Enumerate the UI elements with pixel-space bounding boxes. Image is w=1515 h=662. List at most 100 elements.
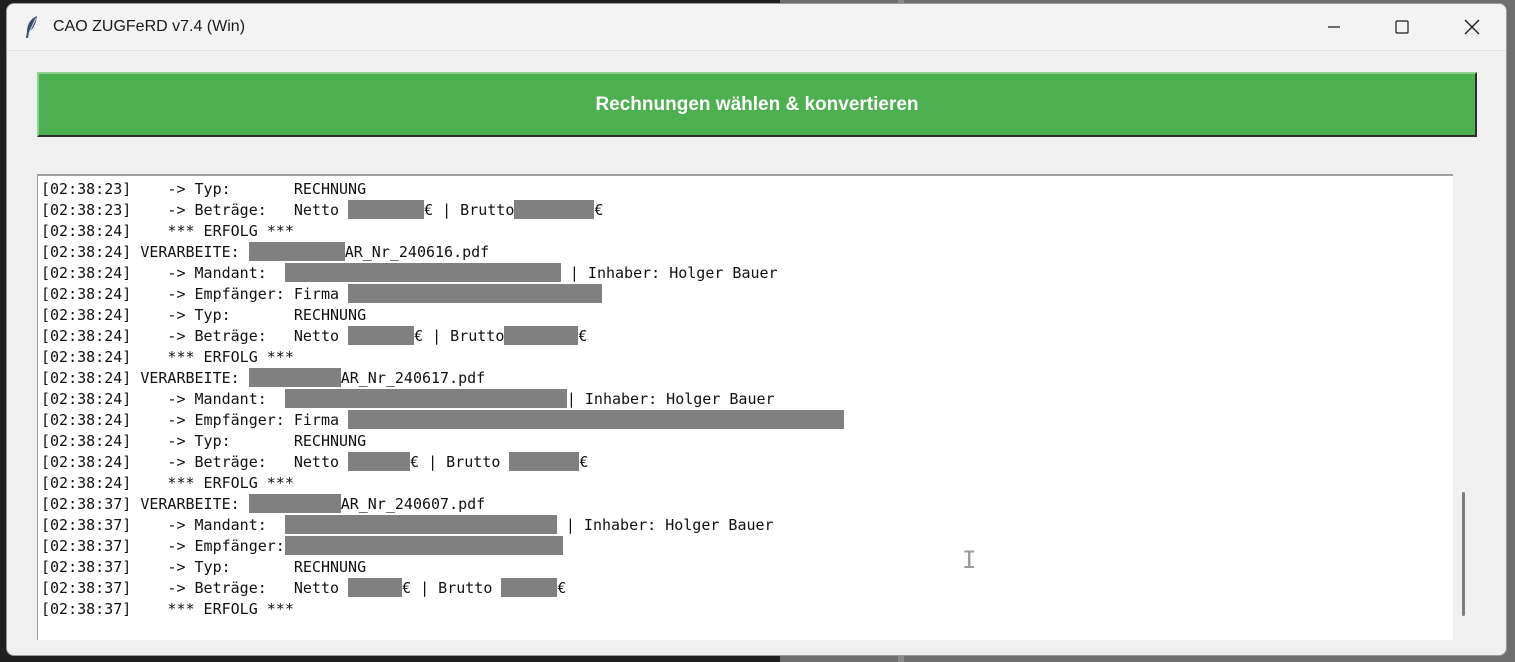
log-lines: [02:38:23] -> Typ: RECHNUNG [02:38:23] ->… bbox=[41, 179, 845, 620]
log-line: [02:38:24] *** ERFOLG *** bbox=[41, 347, 844, 368]
log-text: | Inhaber: Holger Bauer bbox=[556, 516, 774, 534]
log-timestamp: [02:38:24] bbox=[41, 327, 132, 345]
log-text: -> Empfänger: bbox=[131, 537, 285, 555]
log-text: -> Mandant: bbox=[131, 390, 285, 408]
redacted-block bbox=[514, 200, 595, 219]
scrollbar-thumb[interactable] bbox=[1462, 492, 1465, 616]
log-text: € | Brutto bbox=[410, 453, 510, 471]
log-text: *** ERFOLG *** bbox=[131, 600, 294, 618]
log-scrollbar[interactable] bbox=[1453, 174, 1473, 640]
log-output[interactable]: [02:38:23] -> Typ: RECHNUNG [02:38:23] ->… bbox=[37, 174, 1453, 640]
redacted-block bbox=[348, 452, 411, 471]
log-line: [02:38:24] -> Beträge: Netto € | Brutto € bbox=[41, 326, 844, 347]
redacted-block bbox=[501, 578, 558, 597]
text-cursor-icon: I bbox=[962, 546, 977, 574]
log-timestamp: [02:38:24] bbox=[41, 474, 132, 492]
log-text: VERARBEITE: bbox=[131, 243, 249, 261]
log-text: *** ERFOLG *** bbox=[131, 348, 294, 366]
log-timestamp: [02:38:24] bbox=[41, 264, 132, 282]
log-timestamp: [02:38:37] bbox=[41, 579, 132, 597]
log-timestamp: [02:38:37] bbox=[41, 516, 132, 534]
log-line: [02:38:24] *** ERFOLG *** bbox=[41, 221, 844, 242]
log-timestamp: [02:38:24] bbox=[41, 369, 132, 387]
log-line: [02:38:24] VERARBEITE: AR_Nr_240616.pdf bbox=[41, 242, 844, 263]
convert-invoices-button[interactable]: Rechnungen wählen & konvertieren bbox=[37, 72, 1477, 137]
redacted-block bbox=[348, 200, 425, 219]
app-window: CAO ZUGFeRD v7.4 (Win) Rechnungen wählen… bbox=[6, 3, 1507, 656]
redacted-block bbox=[348, 284, 603, 303]
log-text: € | Brutto bbox=[402, 579, 502, 597]
log-text: € | Brutto bbox=[414, 327, 505, 345]
close-button[interactable] bbox=[1437, 4, 1506, 50]
log-line: [02:38:24] -> Typ: RECHNUNG bbox=[41, 431, 844, 452]
log-text: -> Beträge: Netto bbox=[131, 201, 349, 219]
title-bar[interactable]: CAO ZUGFeRD v7.4 (Win) bbox=[7, 4, 1506, 51]
log-text: -> Typ: RECHNUNG bbox=[131, 306, 367, 324]
log-line: [02:38:37] -> Beträge: Netto € | Brutto … bbox=[41, 578, 844, 599]
log-text: -> Typ: RECHNUNG bbox=[131, 558, 367, 576]
log-line: [02:38:37] -> Typ: RECHNUNG bbox=[41, 557, 844, 578]
log-timestamp: [02:38:24] bbox=[41, 390, 132, 408]
log-text: *** ERFOLG *** bbox=[131, 222, 294, 240]
redacted-block bbox=[248, 368, 341, 387]
log-line: [02:38:24] -> Mandant: | Inhaber: Holger… bbox=[41, 389, 844, 410]
log-text: VERARBEITE: bbox=[131, 369, 249, 387]
redacted-block bbox=[284, 263, 561, 282]
log-text: € bbox=[578, 327, 588, 345]
log-text: | Inhaber: Holger Bauer bbox=[566, 390, 775, 408]
minimize-button[interactable] bbox=[1299, 4, 1369, 50]
log-text: -> Typ: RECHNUNG bbox=[131, 180, 367, 198]
log-text: € | Brutto bbox=[424, 201, 515, 219]
log-text: -> Beträge: Netto bbox=[131, 327, 349, 345]
log-line: [02:38:24] -> Empfänger: Firma bbox=[41, 410, 845, 431]
redacted-block bbox=[509, 452, 580, 471]
log-timestamp: [02:38:37] bbox=[41, 537, 132, 555]
log-text: | Inhaber: Holger Bauer bbox=[560, 264, 778, 282]
redacted-block bbox=[284, 515, 557, 534]
redacted-block bbox=[248, 494, 341, 513]
window-title: CAO ZUGFeRD v7.4 (Win) bbox=[53, 18, 246, 35]
log-line: [02:38:24] -> Beträge: Netto € | Brutto … bbox=[41, 452, 844, 473]
log-text: -> Typ: RECHNUNG bbox=[131, 432, 367, 450]
log-line: [02:38:37] -> Mandant: | Inhaber: Holger… bbox=[41, 515, 844, 536]
redacted-block bbox=[348, 410, 845, 429]
log-line: [02:38:24] -> Empfänger: Firma bbox=[41, 284, 844, 305]
redacted-block bbox=[348, 326, 415, 345]
log-text: AR_Nr_240616.pdf bbox=[344, 243, 490, 261]
log-text: -> Mandant: bbox=[131, 516, 285, 534]
log-line: [02:38:24] -> Typ: RECHNUNG bbox=[41, 305, 844, 326]
log-timestamp: [02:38:37] bbox=[41, 558, 132, 576]
log-text: AR_Nr_240617.pdf bbox=[340, 369, 486, 387]
log-timestamp: [02:38:24] bbox=[41, 222, 132, 240]
log-timestamp: [02:38:23] bbox=[41, 201, 132, 219]
maximize-button[interactable] bbox=[1367, 4, 1437, 50]
log-text: € bbox=[594, 201, 604, 219]
log-text: € bbox=[579, 453, 589, 471]
log-line: [02:38:24] VERARBEITE: AR_Nr_240617.pdf bbox=[41, 368, 844, 389]
log-timestamp: [02:38:37] bbox=[41, 600, 132, 618]
log-line: [02:38:37] VERARBEITE: AR_Nr_240607.pdf bbox=[41, 494, 844, 515]
log-text: *** ERFOLG *** bbox=[131, 474, 294, 492]
log-line: [02:38:23] -> Typ: RECHNUNG bbox=[41, 179, 844, 200]
log-text: -> Empfänger: Firma bbox=[131, 411, 349, 429]
log-timestamp: [02:38:24] bbox=[41, 285, 132, 303]
log-line: [02:38:24] -> Mandant: | Inhaber: Holger… bbox=[41, 263, 844, 284]
log-text: -> Empfänger: Firma bbox=[131, 285, 349, 303]
log-timestamp: [02:38:24] bbox=[41, 306, 132, 324]
redacted-block bbox=[248, 242, 345, 261]
log-text: -> Beträge: Netto bbox=[131, 453, 349, 471]
log-text: VERARBEITE: bbox=[131, 495, 249, 513]
log-text: € bbox=[557, 579, 567, 597]
log-timestamp: [02:38:37] bbox=[41, 495, 132, 513]
minimize-icon bbox=[1328, 26, 1340, 28]
log-line: [02:38:37] -> Empfänger: bbox=[41, 536, 844, 557]
log-line: [02:38:24] *** ERFOLG *** bbox=[41, 473, 844, 494]
log-line: [02:38:37] *** ERFOLG *** bbox=[41, 599, 844, 620]
maximize-icon bbox=[1395, 20, 1409, 34]
log-timestamp: [02:38:24] bbox=[41, 432, 132, 450]
log-timestamp: [02:38:24] bbox=[41, 348, 132, 366]
log-timestamp: [02:38:24] bbox=[41, 453, 132, 471]
log-timestamp: [02:38:24] bbox=[41, 411, 132, 429]
redacted-block bbox=[284, 389, 567, 408]
close-icon bbox=[1464, 19, 1480, 35]
